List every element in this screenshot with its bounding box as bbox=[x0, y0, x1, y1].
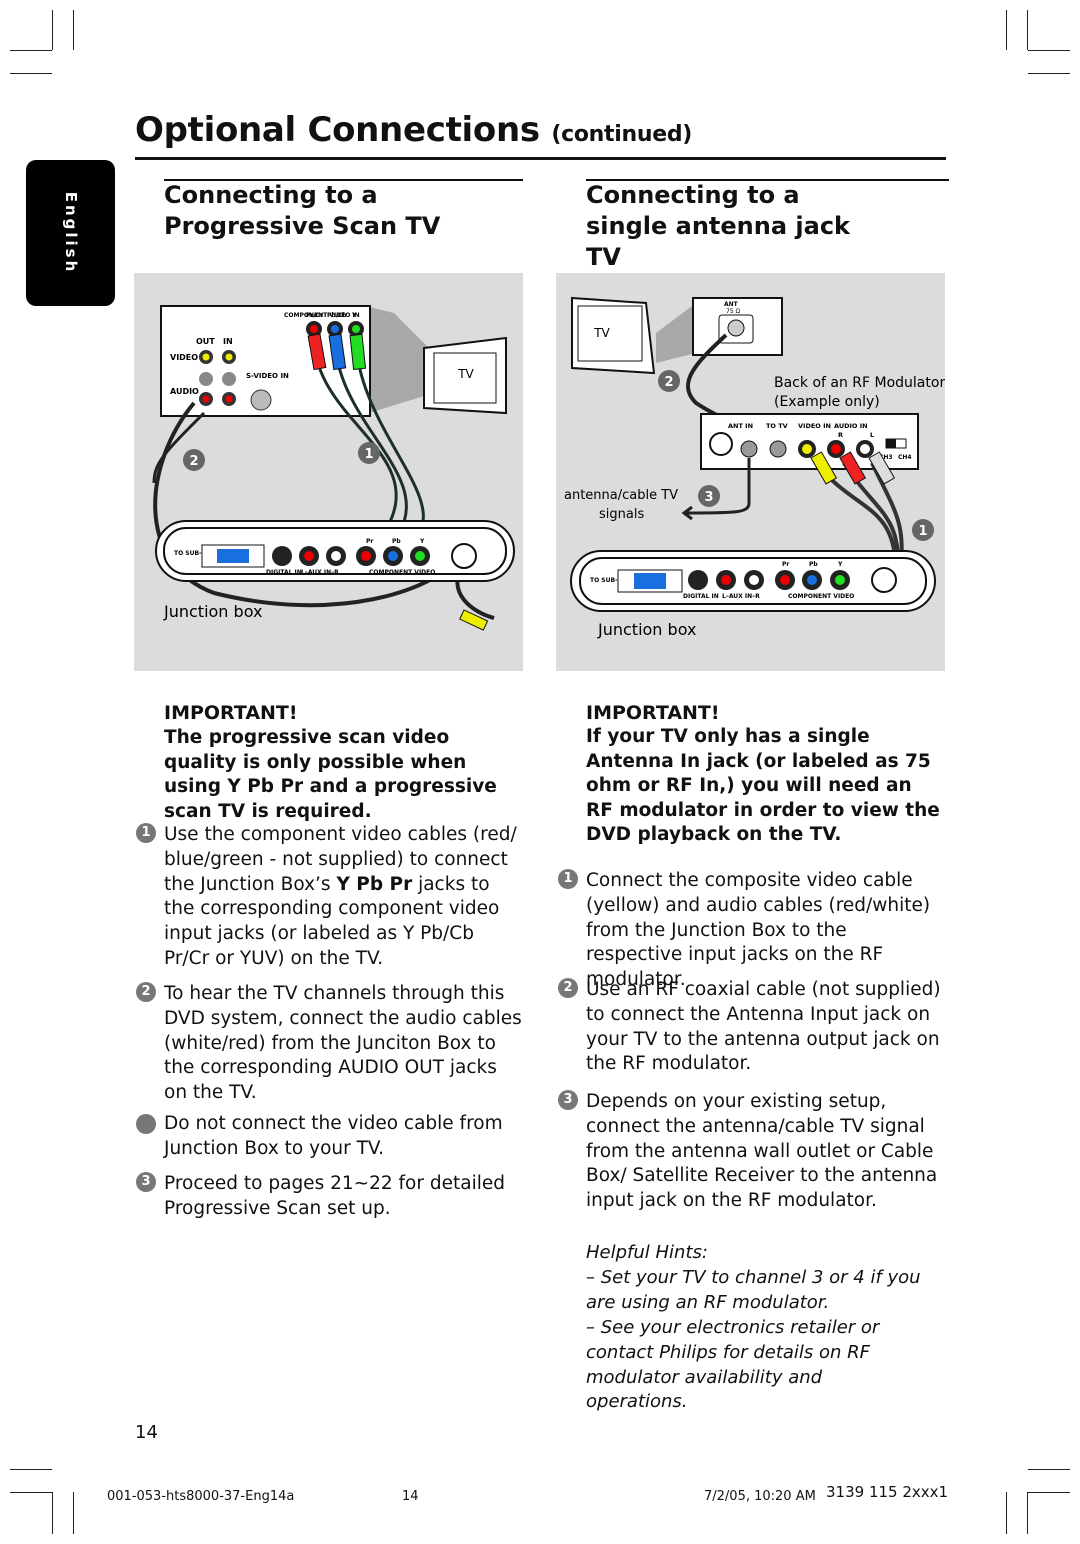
diagram-label: Pr bbox=[782, 561, 789, 568]
list-item: Do not connect the video cable from Junc… bbox=[164, 1113, 503, 1159]
diagram-label: AUDIO bbox=[170, 387, 199, 396]
step-3-icon: 3 bbox=[136, 1172, 156, 1192]
diagram-label: Pb/Cb bbox=[327, 312, 347, 319]
crop-mark bbox=[1027, 1492, 1028, 1534]
diagram-label: Pb bbox=[392, 538, 401, 545]
diagram-label: VIDEO bbox=[170, 353, 198, 362]
diagram-label: TO TV bbox=[766, 422, 788, 430]
step-1-icon: 1 bbox=[136, 823, 156, 843]
title-rule bbox=[135, 157, 946, 160]
section-heading-progressive: Connecting to a Progressive Scan TV bbox=[164, 181, 441, 240]
page-title: Optional Connections (continued) bbox=[135, 110, 693, 150]
step-2-icon: 2 bbox=[136, 982, 156, 1002]
diagram-label: 3 bbox=[704, 490, 713, 505]
diagram-label: 1 bbox=[918, 524, 927, 539]
footer-date: 7/2/05, 10:20 AM bbox=[704, 1489, 816, 1504]
list-item: Use an RF coaxial cable (not supplied) t… bbox=[586, 979, 941, 1075]
title-suffix: (continued) bbox=[551, 122, 693, 147]
crop-mark bbox=[10, 50, 52, 51]
crop-mark bbox=[1028, 1492, 1070, 1493]
language-tab: English bbox=[26, 160, 115, 306]
crop-mark bbox=[1006, 10, 1007, 50]
diagram-label: antenna/cable TV bbox=[564, 488, 678, 503]
step-1-badge: 1 bbox=[358, 442, 380, 464]
diagram-label: 2 bbox=[189, 454, 198, 469]
diagram-label: DIGITAL IN bbox=[683, 593, 719, 600]
diagram-label: OUT bbox=[196, 337, 215, 346]
diagram-label: AUDIO IN bbox=[834, 422, 868, 430]
step-2-badge: 2 bbox=[183, 449, 205, 471]
diagram-label: S-VIDEO IN bbox=[246, 372, 289, 380]
diagram-label: R bbox=[838, 431, 843, 439]
diagram-label: COMPONENT VIDEO bbox=[369, 569, 435, 576]
diagram-label: 2 bbox=[664, 375, 673, 390]
important-body: The progressive scan video quality is on… bbox=[164, 727, 497, 822]
crop-mark bbox=[73, 10, 74, 50]
crop-mark bbox=[1028, 73, 1070, 74]
bullet-dot-icon bbox=[136, 1114, 156, 1134]
crop-mark bbox=[10, 1492, 52, 1493]
step-1-icon: 1 bbox=[558, 869, 578, 889]
footer-code: 3139 115 2xxx1 bbox=[826, 1483, 949, 1501]
crop-mark bbox=[1028, 50, 1070, 51]
diagram-label: DIGITAL IN bbox=[266, 569, 302, 576]
list-item: Use the component video cables (red/ blu… bbox=[164, 824, 517, 969]
step-1-badge: 1 bbox=[912, 519, 934, 541]
diagram-label: L–AUX IN–R bbox=[722, 593, 760, 600]
diagram-label: Y bbox=[351, 312, 357, 319]
diagram-label: 1 bbox=[364, 447, 373, 462]
hint-line: – See your electronics retailer or conta… bbox=[586, 1317, 880, 1413]
diagram-label: (Example only) bbox=[774, 394, 880, 410]
list-item: To hear the TV channels through this DVD… bbox=[164, 983, 522, 1104]
diagram-label: Pr bbox=[366, 538, 373, 545]
crop-mark bbox=[10, 73, 52, 74]
junction-box-label: Junction box bbox=[163, 602, 262, 621]
diagram-label: CH4 bbox=[898, 454, 912, 461]
progressive-scan-diagram: COMPONENT VIDEO IN Pr/Cr Pb/Cb Y OUT IN … bbox=[134, 273, 523, 671]
crop-mark bbox=[52, 1492, 53, 1534]
crop-mark bbox=[10, 1469, 52, 1470]
important-heading: IMPORTANT! bbox=[586, 702, 720, 724]
junction-box-label: Junction box bbox=[597, 620, 696, 639]
diagram-label: COMPONENT VIDEO bbox=[788, 593, 854, 600]
page-number: 14 bbox=[135, 1422, 158, 1443]
diagram-label: 75 Ω bbox=[726, 308, 741, 315]
footer-file: 001-053-hts8000-37-Eng14a bbox=[107, 1489, 295, 1504]
diagram-label: L–AUX IN–R bbox=[301, 569, 339, 576]
footer-page: 14 bbox=[402, 1489, 419, 1504]
diagram-label: L bbox=[870, 431, 874, 439]
step-3-icon: 3 bbox=[558, 1090, 578, 1110]
diagram-label: Pr/Cr bbox=[306, 312, 323, 319]
diagram-label: Y bbox=[837, 561, 843, 568]
list-item: Depends on your existing setup, connect … bbox=[586, 1091, 938, 1212]
section-heading-antenna: Connecting to a single antenna jack TV bbox=[586, 181, 850, 271]
crop-mark bbox=[1027, 10, 1028, 50]
diagram-label: VIDEO IN bbox=[798, 422, 831, 430]
list-item: Proceed to pages 21~22 for detailed Prog… bbox=[164, 1173, 505, 1219]
diagram-label: ANT IN bbox=[728, 422, 753, 430]
diagram-label: Pb bbox=[809, 561, 818, 568]
crop-mark bbox=[1028, 1469, 1070, 1470]
list-item: Connect the composite video cable (yello… bbox=[586, 870, 931, 991]
step-3-badge: 3 bbox=[698, 485, 720, 507]
diagram-label: signals bbox=[599, 507, 644, 522]
rf-modulator-diagram: TV ANT 75 Ω Back of an RF Modulator (Exa… bbox=[556, 273, 945, 671]
step-2-badge: 2 bbox=[658, 370, 680, 392]
step-2-icon: 2 bbox=[558, 978, 578, 998]
crop-mark bbox=[1006, 1492, 1007, 1534]
crop-mark bbox=[73, 1492, 74, 1534]
diagram-label: IN bbox=[223, 337, 233, 346]
tv-icon: TV bbox=[571, 296, 656, 375]
tv-icon: TV bbox=[423, 336, 507, 415]
hints-heading: Helpful Hints: bbox=[586, 1242, 708, 1263]
diagram-label: TV bbox=[593, 326, 610, 340]
diagram-label: Y bbox=[419, 538, 425, 545]
diagram-label: TV bbox=[457, 367, 474, 381]
crop-mark bbox=[52, 10, 53, 50]
important-body: If your TV only has a single Antenna In … bbox=[586, 726, 940, 845]
important-heading: IMPORTANT! bbox=[164, 702, 298, 724]
diagram-label: ANT bbox=[724, 301, 739, 308]
diagram-label: Back of an RF Modulator bbox=[774, 375, 945, 391]
hint-line: – Set your TV to channel 3 or 4 if you a… bbox=[586, 1267, 921, 1313]
